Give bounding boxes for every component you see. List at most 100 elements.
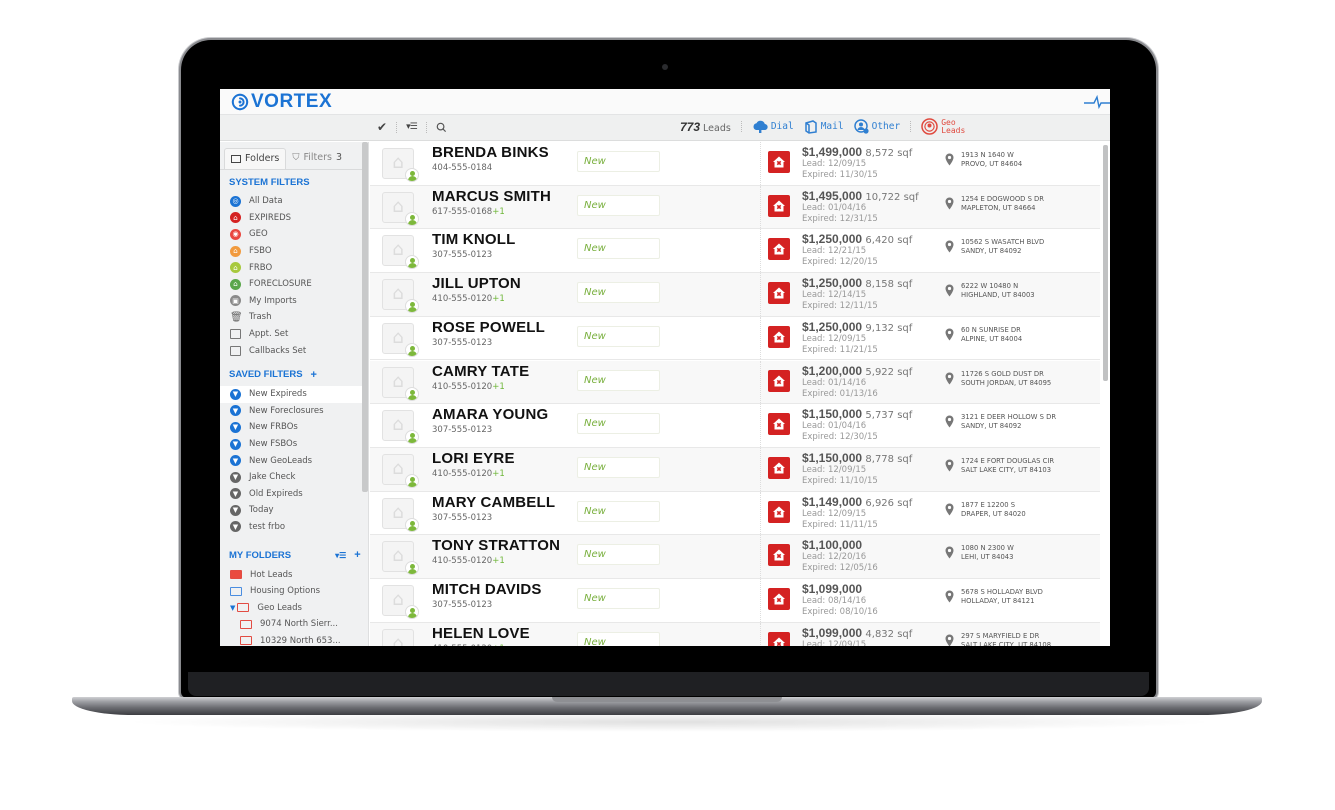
system-filter-item[interactable]: ▣ My Imports bbox=[220, 293, 368, 310]
lead-name[interactable]: AMARA YOUNG bbox=[432, 406, 548, 423]
lead-phone[interactable]: 410-555-0120+1 bbox=[432, 556, 505, 566]
lead-row[interactable]: ⌂ MARCUS SMITH 617-555-0168+1 New $1,495… bbox=[370, 185, 1100, 230]
system-filter-item[interactable]: ⌂ FORECLOSURE bbox=[220, 276, 368, 293]
address[interactable]: 60 N SUNRISE DR ALPINE, UT 84004 bbox=[961, 326, 1022, 344]
lead-avatar[interactable]: ⌂ bbox=[382, 497, 419, 532]
system-filter-item[interactable]: ◎ All Data bbox=[220, 193, 368, 210]
lead-name[interactable]: HELEN LOVE bbox=[432, 625, 530, 642]
address[interactable]: 297 S MARYFIELD E DR SALT LAKE CITY, UT 8… bbox=[961, 632, 1051, 646]
saved-filter-item[interactable]: ▼ New FSBOs bbox=[220, 436, 368, 453]
sidebar-scrollbar[interactable] bbox=[362, 142, 368, 492]
lead-avatar[interactable]: ⌂ bbox=[382, 410, 419, 445]
list-scrollbar[interactable] bbox=[1103, 145, 1108, 381]
system-filter-item[interactable]: 🗑︎ Trash bbox=[220, 309, 368, 326]
tab-folders[interactable]: Folders bbox=[224, 148, 287, 169]
lead-name[interactable]: MARY CAMBELL bbox=[432, 494, 555, 511]
map-pin-icon[interactable] bbox=[945, 372, 954, 385]
tab-filters[interactable]: ⛉ Filters 3 bbox=[286, 148, 348, 169]
geo-leads-button[interactable]: Geo Leads bbox=[921, 118, 965, 135]
saved-filter-item[interactable]: ▼ New Foreclosures bbox=[220, 403, 368, 420]
add-folder-button[interactable]: + bbox=[354, 549, 360, 561]
status-field[interactable]: New bbox=[577, 588, 660, 609]
folder-item[interactable]: Housing Options bbox=[220, 583, 368, 600]
lead-phone[interactable]: 307-555-0123 bbox=[432, 600, 492, 610]
address[interactable]: 1724 E FORT DOUGLAS CIR SALT LAKE CITY, U… bbox=[961, 457, 1054, 475]
saved-filter-item[interactable]: ▼ test frbo bbox=[220, 519, 368, 536]
logo[interactable]: VORTEX bbox=[231, 91, 332, 113]
status-field[interactable]: New bbox=[577, 151, 660, 172]
status-field[interactable]: New bbox=[577, 456, 660, 478]
system-filter-item[interactable]: Callbacks Set bbox=[220, 342, 368, 359]
lead-row[interactable]: ⌂ JILL UPTON 410-555-0120+1 New $1,250,0… bbox=[370, 273, 1100, 317]
select-all-check-icon[interactable]: ✔ bbox=[377, 120, 387, 134]
address[interactable]: 1913 N 1640 W PROVO, UT 84604 bbox=[961, 151, 1022, 169]
folder-item[interactable]: ▼ Geo Leads bbox=[220, 599, 368, 616]
system-filter-item[interactable]: ◉ GEO bbox=[220, 226, 368, 243]
address[interactable]: 1254 E DOGWOOD S DR MAPLETON, UT 84664 bbox=[961, 195, 1044, 213]
map-pin-icon[interactable] bbox=[945, 415, 954, 428]
lead-name[interactable]: MARCUS SMITH bbox=[432, 188, 551, 205]
lead-name[interactable]: LORI EYRE bbox=[432, 450, 515, 467]
map-pin-icon[interactable] bbox=[945, 153, 954, 166]
lead-row[interactable]: ⌂ MARY CAMBELL 307-555-0123 New $1,149,0… bbox=[370, 491, 1100, 536]
lead-phone[interactable]: 307-555-0123 bbox=[432, 425, 492, 435]
saved-filter-item[interactable]: ▼ Today bbox=[220, 502, 368, 519]
lead-name[interactable]: MITCH DAVIDS bbox=[432, 581, 542, 598]
status-field[interactable]: New bbox=[577, 238, 660, 260]
status-field[interactable]: New bbox=[577, 631, 660, 646]
lead-avatar[interactable]: ⌂ bbox=[382, 585, 419, 619]
saved-filter-item[interactable]: ▼ New FRBOs bbox=[220, 419, 368, 436]
lead-avatar[interactable]: ⌂ bbox=[382, 279, 419, 314]
lead-name[interactable]: TIM KNOLL bbox=[432, 231, 515, 248]
lead-phone[interactable]: 307-555-0123 bbox=[432, 250, 492, 260]
map-pin-icon[interactable] bbox=[945, 503, 954, 516]
lead-avatar[interactable]: ⌂ bbox=[382, 366, 419, 401]
other-button[interactable]: Other bbox=[853, 119, 900, 134]
system-filter-item[interactable]: ⌂ EXPIREDS bbox=[220, 210, 368, 227]
lead-row[interactable]: ⌂ LORI EYRE 410-555-0120+1 New $1,150,00… bbox=[370, 447, 1100, 492]
address[interactable]: 1080 N 2300 W LEHI, UT 84043 bbox=[961, 544, 1014, 562]
lead-phone[interactable]: 617-555-0168+1 bbox=[432, 207, 505, 217]
map-pin-icon[interactable] bbox=[945, 590, 954, 603]
search-icon[interactable] bbox=[436, 122, 447, 133]
address[interactable]: 3121 E DEER HOLLOW S DR SANDY, UT 84092 bbox=[961, 413, 1056, 431]
status-field[interactable]: New bbox=[577, 282, 660, 304]
mail-button[interactable]: Mail bbox=[804, 119, 844, 134]
folder-item[interactable]: Hot Leads bbox=[220, 566, 368, 583]
sort-filter-icon[interactable]: ▾☰ bbox=[406, 122, 418, 132]
lead-phone[interactable]: 410-555-0120+1 bbox=[432, 294, 505, 304]
lead-avatar[interactable]: ⌂ bbox=[382, 322, 419, 357]
system-filter-item[interactable]: ⌂ FRBO bbox=[220, 259, 368, 276]
lead-name[interactable]: ROSE POWELL bbox=[432, 319, 545, 336]
lead-phone[interactable]: 307-555-0123 bbox=[432, 338, 492, 348]
status-field[interactable]: New bbox=[577, 500, 660, 522]
lead-avatar[interactable]: ⌂ bbox=[382, 235, 419, 270]
lead-row[interactable]: ⌂ BRENDA BINKS 404-555-0184 New $1,499,0… bbox=[370, 142, 1100, 186]
lead-row[interactable]: ⌂ TONY STRATTON 410-555-0120+1 New $1,10… bbox=[370, 535, 1100, 579]
map-pin-icon[interactable] bbox=[945, 197, 954, 210]
saved-filter-item[interactable]: ▼ New GeoLeads bbox=[220, 452, 368, 469]
address[interactable]: 6222 W 10480 N HIGHLAND, UT 84003 bbox=[961, 282, 1035, 300]
saved-filter-item[interactable]: ▼ Jake Check bbox=[220, 469, 368, 486]
address[interactable]: 11726 S GOLD DUST DR SOUTH JORDAN, UT 840… bbox=[961, 370, 1051, 388]
map-pin-icon[interactable] bbox=[945, 328, 954, 341]
lead-avatar[interactable]: ⌂ bbox=[382, 191, 419, 226]
system-filter-item[interactable]: ⌂ FSBO bbox=[220, 243, 368, 260]
status-field[interactable]: New bbox=[577, 194, 660, 216]
lead-avatar[interactable]: ⌂ bbox=[382, 148, 419, 182]
address[interactable]: 1877 E 12200 S DRAPER, UT 84020 bbox=[961, 501, 1026, 519]
lead-phone[interactable]: 307-555-0123 bbox=[432, 513, 492, 523]
sort-folders-icon[interactable]: ▾☰ bbox=[335, 551, 346, 560]
dial-button[interactable]: Dial bbox=[752, 120, 794, 134]
lead-row[interactable]: ⌂ MITCH DAVIDS 307-555-0123 New $1,099,0… bbox=[370, 579, 1100, 623]
lead-name[interactable]: JILL UPTON bbox=[432, 275, 521, 292]
lead-avatar[interactable]: ⌂ bbox=[382, 453, 419, 488]
saved-filter-item[interactable]: ▼ Old Expireds bbox=[220, 486, 368, 503]
folder-item[interactable]: 9074 North Sierr... bbox=[220, 616, 368, 633]
lead-phone[interactable]: 410-555-0120+1 bbox=[432, 644, 505, 646]
map-pin-icon[interactable] bbox=[945, 459, 954, 472]
lead-name[interactable]: BRENDA BINKS bbox=[432, 144, 549, 161]
lead-row[interactable]: ⌂ TIM KNOLL 307-555-0123 New $1,250,000 … bbox=[370, 229, 1100, 274]
lead-row[interactable]: ⌂ CAMRY TATE 410-555-0120+1 New $1,200,0… bbox=[370, 360, 1100, 405]
lead-row[interactable]: ⌂ HELEN LOVE 410-555-0120+1 New $1,099,0… bbox=[370, 622, 1100, 646]
